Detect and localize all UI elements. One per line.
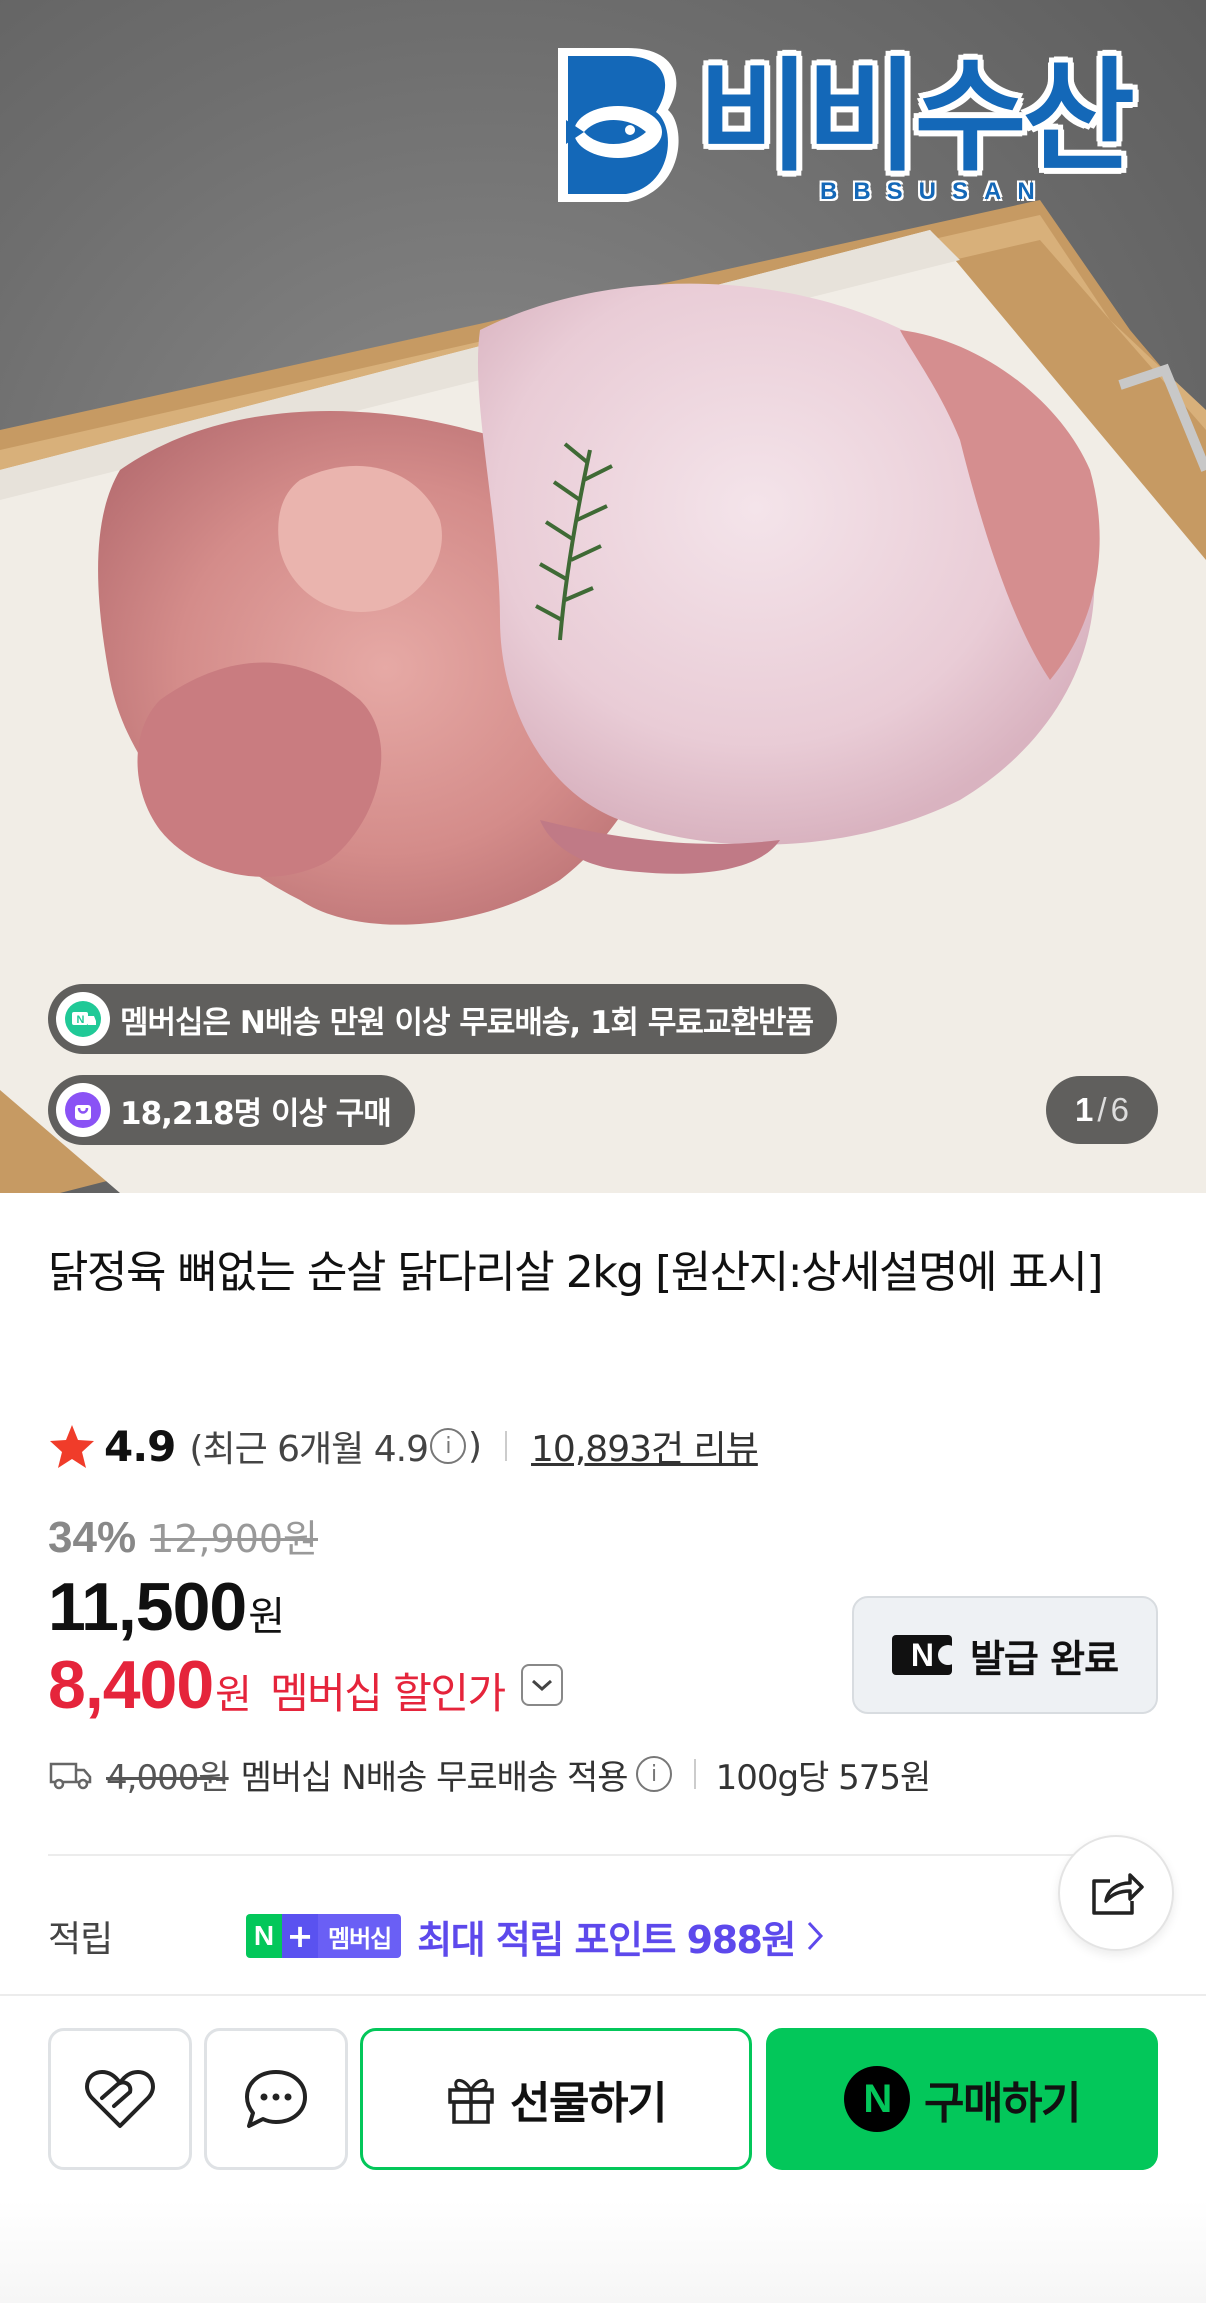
sale-price: 11,500	[48, 1569, 247, 1645]
image-counter: 1 / 6	[1046, 1076, 1158, 1144]
naver-pay-icon: N	[844, 2066, 911, 2132]
review-count-link[interactable]: 10,893건 리뷰	[531, 1420, 759, 1472]
rating-row: 4.9 (최근 6개월 4.9 i ) 10,893건 리뷰	[48, 1418, 759, 1474]
shipping-text: 멤버십 N배송 무료배송 적용	[240, 1757, 629, 1798]
gift-label: 선물하기	[510, 2078, 667, 2129]
chat-bubble-icon	[245, 2070, 307, 2128]
talk-button[interactable]	[204, 2028, 348, 2170]
image-total: 6	[1110, 1091, 1129, 1128]
buy-label: 구매하기	[924, 2078, 1081, 2129]
section-divider	[48, 1854, 1158, 1856]
info-icon[interactable]: i	[429, 1428, 466, 1464]
divider	[693, 1759, 696, 1789]
sale-price-currency: 원	[248, 1594, 286, 1640]
badge-plus: +	[282, 1914, 318, 1958]
logo-text: 비비수산	[698, 46, 1135, 188]
discount-row: 34% 12,900원	[48, 1508, 318, 1563]
product-title: 닭정육 뼈없는 순살 닭다리살 2kg [원산지:상세설명에 표시]	[48, 1247, 1104, 1298]
membership-notice-text: 멤버십은 N배송 만원 이상 무료배송, 1회 무료교환반품	[120, 1004, 814, 1041]
heart-icon	[85, 2070, 155, 2128]
discount-percent: 34%	[48, 1513, 137, 1562]
purchase-count-badge: 18,218명 이상 구매	[48, 1075, 415, 1145]
recent-rating-suffix: )	[467, 1425, 482, 1467]
wishlist-button[interactable]	[48, 2028, 192, 2170]
logo-subtext: BBSUSAN	[820, 178, 1051, 205]
truck-icon	[49, 1762, 92, 1790]
unit-price: 100g당 575원	[715, 1757, 932, 1798]
member-price-label: 멤버십 할인가	[269, 1669, 506, 1718]
svg-text:N: N	[77, 1014, 85, 1026]
buy-button[interactable]: N 구매하기	[766, 2028, 1158, 2170]
gift-icon	[448, 2079, 494, 2124]
star-icon	[50, 1425, 94, 1468]
membership-notice-badge: N 멤버십은 N배송 만원 이상 무료배송, 1회 무료교환반품	[48, 984, 837, 1054]
points-row[interactable]: 적립 N + 멤버십 최대 적립 포인트 988원	[48, 1906, 1148, 1966]
shipping-row: 4,000원 멤버십 N배송 무료배송 적용 i 100g당 575원	[48, 1748, 932, 1800]
points-text: 최대 적립 포인트 988원	[417, 1917, 796, 1962]
badge-n: N	[246, 1914, 282, 1958]
member-price-currency: 원	[215, 1672, 252, 1718]
naver-coupon-icon: N	[891, 1635, 958, 1675]
badge-member: 멤버십	[318, 1914, 402, 1958]
rating-score: 4.9	[104, 1421, 176, 1471]
chevron-down-icon[interactable]	[520, 1664, 563, 1706]
image-index: 1	[1075, 1091, 1094, 1128]
points-label: 적립	[48, 1919, 113, 1960]
product-image-carousel[interactable]: 비비수산 BBSUSAN N 멤버십은 N배송 만원 이상 무료배송, 1회 무…	[0, 0, 1206, 1193]
coupon-label: 발급 완료	[969, 1636, 1119, 1681]
original-price: 12,900원	[150, 1517, 319, 1561]
old-shipping-fee: 4,000원	[106, 1757, 230, 1798]
recent-rating-prefix: (최근 6개월 4.9	[189, 1429, 429, 1470]
n-delivery-icon: N	[56, 992, 110, 1046]
brand-logo: 비비수산 BBSUSAN	[548, 40, 1138, 210]
sale-price-row: 11,500 원	[48, 1568, 285, 1646]
shopping-bag-icon	[56, 1083, 110, 1137]
divider	[505, 1431, 508, 1461]
member-price: 8,400	[48, 1647, 214, 1723]
bbsusan-logo-icon	[558, 48, 679, 202]
image-separator: /	[1097, 1091, 1107, 1128]
chevron-right-icon	[807, 1921, 823, 1951]
naver-plus-membership-badge: N + 멤버십	[246, 1914, 402, 1958]
coupon-issued-button[interactable]: N 발급 완료	[852, 1596, 1158, 1714]
member-price-row[interactable]: 8,400 원 멤버십 할인가	[48, 1646, 563, 1724]
section-divider	[0, 1994, 1206, 1996]
shipping-info-icon[interactable]: i	[635, 1756, 672, 1792]
purchase-count-text: 18,218명 이상 구매	[120, 1095, 392, 1132]
bottom-safe-area	[0, 2200, 1206, 2303]
gift-button[interactable]: 선물하기	[360, 2028, 752, 2170]
